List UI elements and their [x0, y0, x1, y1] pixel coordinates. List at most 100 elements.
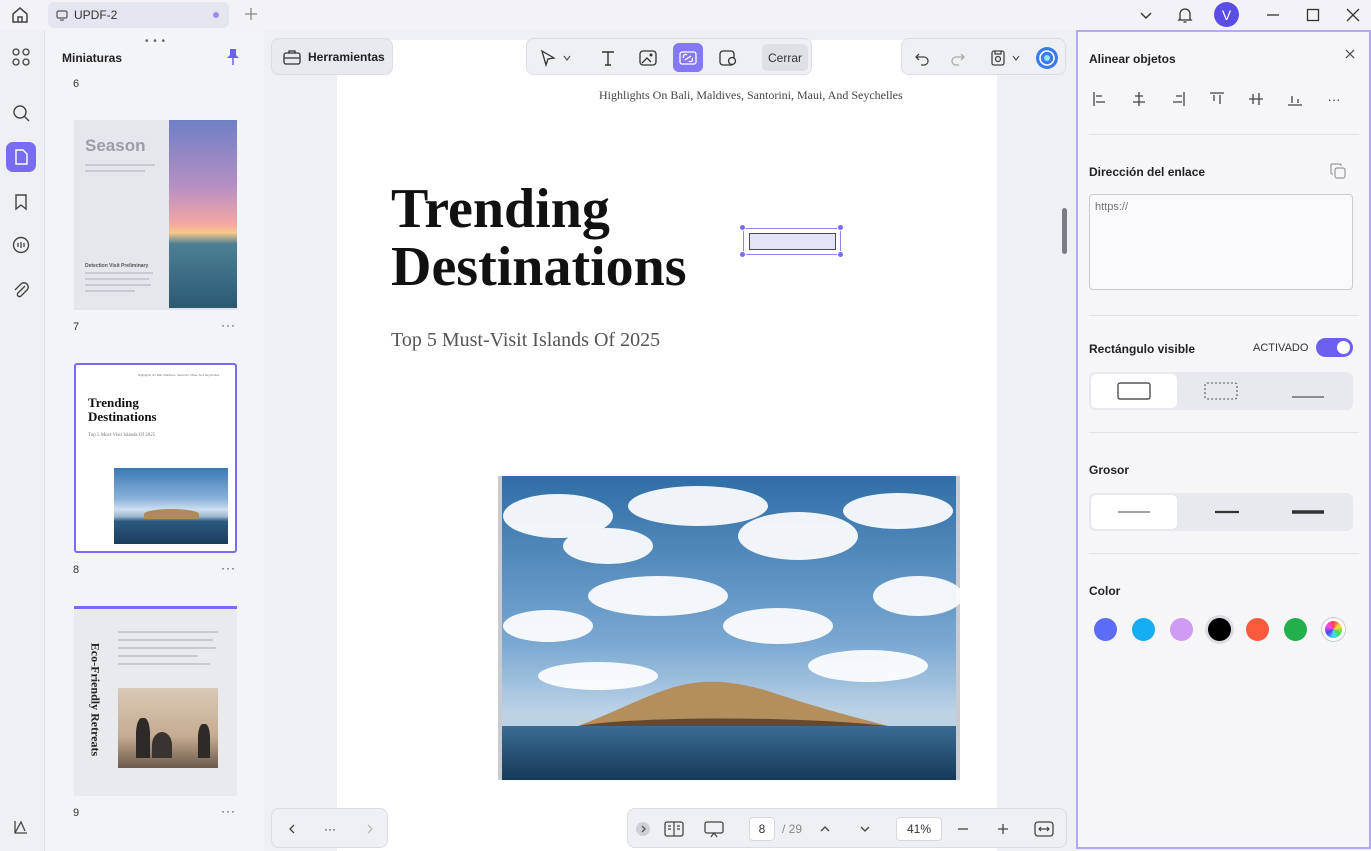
more-align-options[interactable]: ··· — [1323, 88, 1345, 110]
page-title: Trending Destinations — [391, 180, 687, 296]
minimize-icon[interactable] — [1262, 2, 1284, 28]
comment-icon[interactable] — [6, 230, 36, 260]
scroll-down-chevron-icon[interactable] — [854, 817, 876, 841]
thumb-8-heading-1: Trending — [88, 395, 139, 410]
pin-icon[interactable] — [225, 48, 241, 66]
edit-toolbar: Cerrar — [526, 38, 812, 75]
text-tool-icon[interactable] — [593, 43, 623, 72]
visible-rectangle-toggle[interactable] — [1316, 338, 1353, 357]
color-swatch-custom[interactable] — [1322, 618, 1345, 641]
thumb-8-subtitle: Top 5 Must-Visit Islands Of 2025 — [88, 433, 156, 438]
align-top-icon[interactable] — [1206, 88, 1228, 110]
previous-page-icon[interactable] — [280, 817, 304, 841]
color-swatch-fb5a3c[interactable] — [1246, 618, 1269, 641]
resize-handle-bl[interactable] — [739, 251, 746, 258]
align-left-icon[interactable] — [1089, 88, 1111, 110]
user-avatar[interactable]: V — [1214, 2, 1239, 27]
color-swatch-21b04b[interactable] — [1284, 618, 1307, 641]
border-dashed-option[interactable] — [1178, 374, 1264, 408]
zoom-in-icon[interactable] — [992, 817, 1014, 841]
resize-handle-br[interactable] — [837, 251, 844, 258]
maximize-icon[interactable] — [1302, 2, 1324, 28]
redo-icon[interactable] — [944, 43, 972, 72]
thickness-thin-option[interactable] — [1091, 495, 1177, 529]
color-swatch-000000[interactable] — [1208, 618, 1231, 641]
link-url-input[interactable] — [1089, 194, 1353, 290]
link-tool-icon[interactable] — [673, 43, 703, 72]
thumb-8-island-image — [114, 468, 228, 544]
collapse-bar-icon[interactable] — [632, 817, 654, 841]
next-page-icon[interactable] — [358, 817, 382, 841]
thumbnails-page-icon[interactable] — [6, 142, 36, 172]
chevron-down-icon[interactable] — [1136, 2, 1156, 28]
image-tool-icon[interactable] — [633, 43, 663, 72]
tools-button-label: Herramientas — [308, 49, 385, 64]
border-underline-option[interactable] — [1265, 374, 1351, 408]
select-dropdown-chevron-icon[interactable] — [559, 43, 575, 72]
thumb-9-vertical-heading: Eco-Friendly Retreats — [88, 642, 103, 757]
scroll-up-chevron-icon[interactable] — [814, 817, 836, 841]
add-tab-icon[interactable] — [242, 5, 260, 23]
thumbnails-panel: • • • Miniaturas 6 Season Detection Visi… — [44, 30, 264, 851]
presentation-icon[interactable] — [702, 817, 726, 841]
thickness-medium-option[interactable] — [1178, 495, 1264, 529]
color-title: Color — [1089, 584, 1121, 598]
thumb-7-more-button[interactable]: ··· — [221, 318, 236, 332]
thumb-8-more-button[interactable]: ··· — [221, 561, 236, 575]
more-pages-button[interactable]: ··· — [318, 817, 342, 841]
close-edit-button[interactable]: Cerrar — [762, 44, 808, 71]
undo-icon[interactable] — [908, 43, 936, 72]
page-thumbnail-8[interactable]: Highlights On Bali, Maldives, Santorini,… — [74, 363, 237, 553]
close-panel-icon[interactable] — [1342, 46, 1358, 62]
align-right-icon[interactable] — [1167, 88, 1189, 110]
apps-grid-icon[interactable] — [6, 42, 36, 72]
notification-bell-icon[interactable] — [1174, 2, 1196, 28]
border-solid-option[interactable] — [1091, 374, 1177, 408]
thumb-7-heading: Season — [85, 136, 146, 155]
link-address-title: Dirección del enlace — [1089, 165, 1206, 179]
resize-handle-tr[interactable] — [837, 224, 844, 231]
align-center-horizontal-icon[interactable] — [1128, 88, 1150, 110]
thumb-7-sunset-image — [169, 120, 237, 308]
page-layout-icon[interactable] — [662, 817, 686, 841]
tools-button[interactable]: Herramientas — [271, 38, 393, 75]
total-pages: / 29 — [781, 822, 802, 836]
attachment-icon[interactable] — [6, 275, 36, 305]
document-tab[interactable]: UPDF-2 — [48, 2, 229, 28]
ai-assistant-icon[interactable] — [1033, 43, 1061, 72]
save-dropdown-chevron-icon[interactable] — [1008, 43, 1024, 72]
page-thumbnail-9[interactable]: Eco-Friendly Retreats — [74, 606, 237, 796]
thickness-selector — [1089, 493, 1353, 531]
page-number-7: 7 — [73, 321, 80, 333]
link-location-icon[interactable] — [713, 43, 743, 72]
resize-handle-tl[interactable] — [739, 224, 746, 231]
zoom-out-icon[interactable] — [952, 817, 974, 841]
home-icon[interactable] — [8, 4, 32, 26]
page-thumbnail-7[interactable]: Season Detection Visit Preliminary — [74, 120, 237, 310]
fit-width-icon[interactable] — [1032, 817, 1056, 841]
page-number-8: 8 — [73, 564, 80, 576]
copy-icon[interactable] — [1329, 162, 1347, 180]
link-annotation[interactable] — [743, 228, 841, 255]
color-swatch-cf9bf5[interactable] — [1170, 618, 1193, 641]
align-bottom-icon[interactable] — [1284, 88, 1306, 110]
toolbox-icon — [282, 48, 302, 66]
current-page-input[interactable]: 8 — [749, 817, 775, 841]
document-canvas: Highlights On Bali, Maldives, Santorini,… — [265, 30, 1075, 851]
link-rectangle[interactable] — [749, 233, 836, 250]
bookmark-icon[interactable] — [6, 187, 36, 217]
search-icon[interactable] — [6, 98, 36, 128]
color-swatch-16aef3[interactable] — [1132, 618, 1155, 641]
color-swatch-5b6cf6[interactable] — [1094, 618, 1117, 641]
align-center-vertical-icon[interactable] — [1245, 88, 1267, 110]
cloud-icon — [56, 9, 68, 21]
close-window-icon[interactable] — [1342, 2, 1364, 28]
thickness-thick-option[interactable] — [1265, 495, 1351, 529]
panel-drag-grip[interactable]: • • • — [145, 36, 166, 47]
library-icon[interactable] — [6, 812, 36, 842]
vertical-scrollbar[interactable] — [1062, 208, 1067, 254]
page-title-line-1: Trending — [391, 178, 610, 240]
zoom-level-input[interactable]: 41% — [896, 817, 942, 841]
page-navigation: ··· — [271, 808, 388, 848]
thumb-9-more-button[interactable]: ··· — [221, 804, 236, 818]
